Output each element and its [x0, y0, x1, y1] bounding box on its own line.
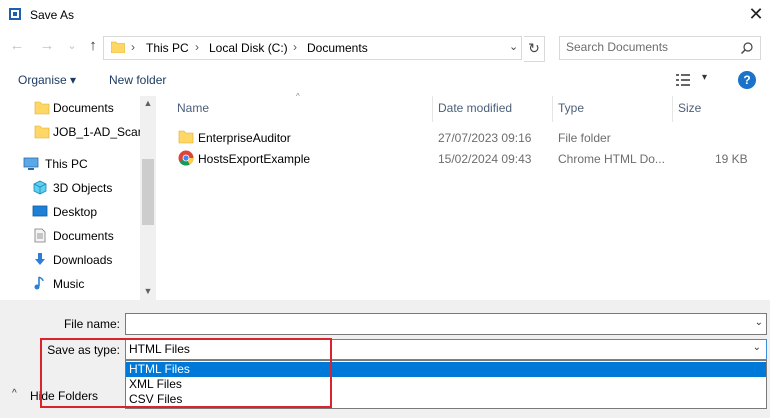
desktop-icon [32, 205, 48, 217]
computer-icon [23, 157, 39, 170]
sort-ascending-icon: ^ [296, 92, 300, 101]
file-name: EnterpriseAuditor [198, 131, 291, 145]
nav-item-label: Desktop [53, 205, 98, 219]
file-type: File folder [558, 131, 611, 145]
search-icon [741, 42, 753, 54]
folder-icon [111, 41, 125, 53]
address-bar[interactable]: › This PC › Local Disk (C:) › Documents … [103, 36, 522, 60]
chevron-down-icon[interactable]: ⌄ [753, 342, 761, 353]
folder-icon [34, 101, 50, 115]
view-dropdown-button[interactable]: ▾ [702, 72, 707, 83]
file-row[interactable]: HostsExportExample 15/02/2024 09:43 Chro… [170, 148, 760, 169]
file-name: HostsExportExample [198, 152, 311, 166]
column-divider[interactable] [672, 96, 673, 122]
nav-item-desktop[interactable]: Desktop [0, 200, 140, 223]
nav-item-downloads[interactable]: Downloads [0, 248, 140, 271]
organise-button[interactable]: Organise ▾ [18, 73, 76, 87]
chevron-up-icon[interactable]: ^ [12, 388, 17, 399]
file-type: Chrome HTML Do... [558, 152, 665, 166]
view-options-icon[interactable] [676, 74, 690, 86]
search-input[interactable] [566, 40, 736, 54]
nav-item-this-pc[interactable]: This PC [0, 152, 140, 175]
nav-item-label: Downloads [53, 253, 113, 267]
file-date: 27/07/2023 09:16 [438, 131, 532, 145]
file-row[interactable]: EnterpriseAuditor 27/07/2023 09:16 File … [170, 127, 760, 148]
column-header-date-modified[interactable]: Date modified [438, 101, 512, 115]
file-name-label: File name: [63, 317, 120, 331]
column-divider[interactable] [432, 96, 433, 122]
breadcrumb-this-pc[interactable]: This PC [146, 41, 189, 55]
save-as-app-icon [9, 8, 21, 20]
nav-item-music[interactable]: Music [0, 272, 140, 295]
nav-item-documents[interactable]: Documents [0, 224, 140, 247]
back-button[interactable]: ← [8, 37, 26, 55]
breadcrumb-documents[interactable]: Documents [307, 41, 368, 55]
address-dropdown-button[interactable]: ⌄ [509, 40, 518, 53]
scroll-down-icon[interactable]: ▼ [140, 286, 156, 300]
breadcrumb-separator: › [293, 40, 297, 54]
download-icon [35, 253, 45, 265]
column-header-size[interactable]: Size [678, 101, 701, 115]
nav-item-3d-objects[interactable]: 3D Objects [0, 176, 140, 199]
nav-item-label: 3D Objects [53, 181, 113, 195]
nav-item-label: Documents [53, 229, 114, 243]
breadcrumb-separator: › [131, 40, 135, 54]
nav-item-label: This PC [45, 157, 88, 171]
scroll-up-icon[interactable]: ▲ [140, 98, 156, 112]
scrollbar-thumb[interactable] [142, 159, 154, 225]
breadcrumb-separator: › [195, 40, 199, 54]
column-header-type[interactable]: Type [558, 101, 584, 115]
file-size: 19 KB [715, 152, 748, 166]
folder-icon [34, 125, 50, 139]
refresh-button[interactable]: ↻ [524, 36, 545, 62]
breadcrumb-local-disk[interactable]: Local Disk (C:) [209, 41, 288, 55]
close-button[interactable]: ✕ [744, 3, 768, 25]
file-name-field[interactable]: ⌄ [125, 313, 767, 335]
column-header-name[interactable]: Name [177, 101, 209, 115]
up-button[interactable]: ↑ [84, 37, 102, 55]
search-box[interactable] [559, 36, 761, 60]
chevron-down-icon[interactable]: ⌄ [755, 317, 763, 328]
folder-icon [178, 130, 194, 144]
nav-item-documents-quick[interactable]: Documents [0, 96, 140, 119]
file-date: 15/02/2024 09:43 [438, 152, 532, 166]
music-icon [34, 276, 44, 290]
chrome-icon [178, 150, 194, 166]
nav-item-label: Music [53, 277, 85, 291]
nav-item-job-1-ad-scan[interactable]: JOB_1-AD_Scan [0, 120, 144, 143]
highlight-annotation-box [40, 338, 332, 408]
nav-item-label: Documents [53, 101, 114, 115]
window-title: Save As [30, 8, 75, 22]
title-bar [0, 0, 770, 30]
document-icon [34, 228, 46, 243]
cube-icon [33, 180, 47, 195]
new-folder-button[interactable]: New folder [109, 73, 166, 87]
forward-button[interactable]: → [38, 37, 56, 55]
recent-locations-button[interactable]: ⌄ [63, 37, 81, 55]
column-divider[interactable] [552, 96, 553, 122]
nav-item-label: JOB_1-AD_Scan [53, 125, 145, 139]
help-button[interactable]: ? [738, 71, 756, 89]
